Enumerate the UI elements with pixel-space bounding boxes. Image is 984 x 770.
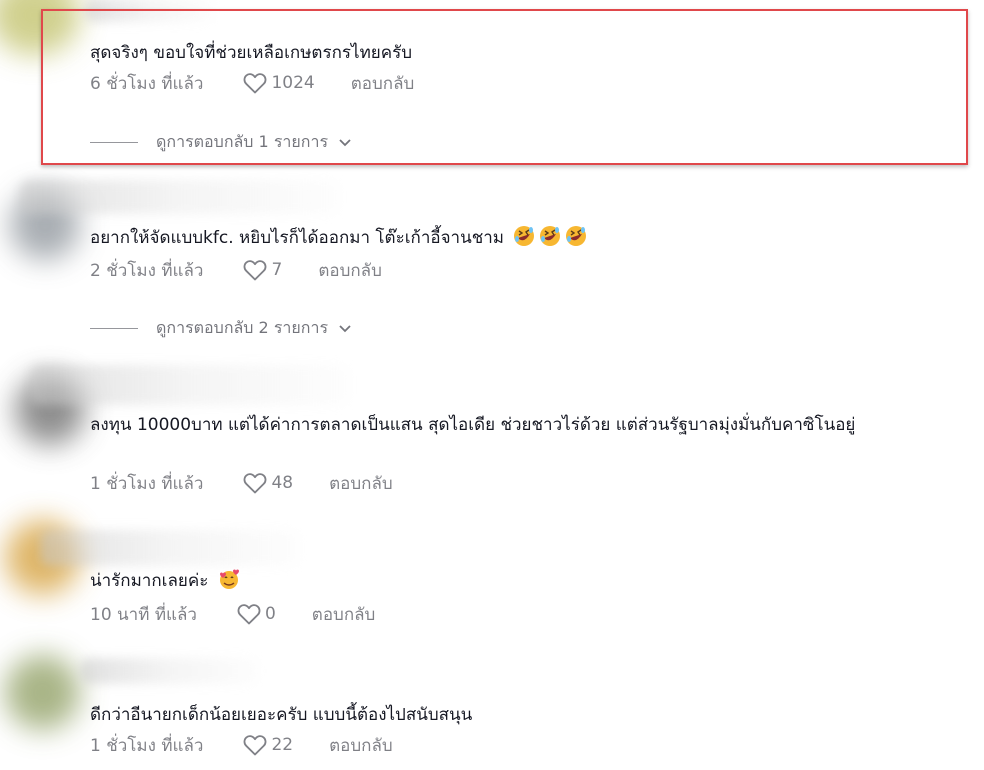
avatar[interactable]	[0, 0, 80, 55]
like-count: 7	[271, 260, 283, 280]
like-button[interactable]: 7	[243, 259, 282, 281]
divider-line	[90, 142, 138, 143]
comment-text: ดีกว่าอีนายกเด็กน้อยเยอะครับ แบบนี้ต้องไ…	[90, 705, 473, 725]
smiling-hearts-emoji-icon	[219, 569, 239, 589]
comment-text-content: น่ารักมากเลยค่ะ	[90, 571, 209, 591]
comment-item: น่ารักมากเลยค่ะ 10 นาที ที่แล้ว 0 ตอบกลั…	[0, 510, 984, 650]
comment-text: น่ารักมากเลยค่ะ	[90, 568, 240, 594]
view-replies-button[interactable]: ดูการตอบกลับ 2 รายการ	[90, 316, 352, 341]
like-button[interactable]: 1024	[243, 72, 315, 94]
username-blurred[interactable]	[40, 530, 300, 566]
view-replies-button[interactable]: ดูการตอบกลับ 1 รายการ	[90, 130, 352, 155]
like-count: 22	[271, 735, 294, 755]
comment-item: สุดจริงๆ ขอบใจที่ช่วยเหลือเกษตรกรไทยครับ…	[0, 0, 984, 170]
like-button[interactable]: 22	[243, 734, 293, 756]
view-replies-label: ดูการตอบกลับ 1 รายการ	[156, 132, 329, 151]
reply-button[interactable]: ตอบกลับ	[312, 601, 376, 628]
comment-time: 2 ชั่วโมง ที่แล้ว	[90, 260, 204, 281]
comment-meta: 1 ชั่วโมง ที่แล้ว 48 ตอบกลับ	[90, 471, 393, 495]
reply-button[interactable]: ตอบกลับ	[351, 70, 415, 97]
username-blurred[interactable]	[80, 658, 260, 684]
username-blurred[interactable]	[20, 180, 340, 214]
divider-line	[90, 328, 138, 329]
heart-outline-icon	[244, 73, 267, 94]
reply-button[interactable]: ตอบกลับ	[329, 470, 393, 497]
like-count: 48	[271, 473, 294, 493]
rolling-laughing-emoji-icon	[540, 226, 561, 246]
like-count: 0	[264, 604, 276, 624]
comment-item: อยากให้จัดแบบkfc. หยิบไรก็ได้ออกมา โต๊ะเ…	[0, 170, 984, 360]
username-blurred[interactable]	[30, 365, 350, 405]
heart-outline-icon	[244, 473, 267, 494]
comment-item: ลงทุน 10000บาท แต่ได้ค่าการตลาดเป็นแสน ส…	[0, 360, 984, 510]
comment-meta: 10 นาที ที่แล้ว 0 ตอบกลับ	[90, 602, 375, 626]
comment-time: 1 ชั่วโมง ที่แล้ว	[90, 735, 204, 756]
reply-button[interactable]: ตอบกลับ	[318, 257, 382, 284]
comment-meta: 6 ชั่วโมง ที่แล้ว 1024 ตอบกลับ	[90, 71, 414, 95]
chevron-down-icon	[339, 138, 351, 146]
comment-meta: 1 ชั่วโมง ที่แล้ว 22 ตอบกลับ	[90, 733, 393, 757]
comment-time: 6 ชั่วโมง ที่แล้ว	[90, 73, 204, 94]
comment-text: อยากให้จัดแบบkfc. หยิบไรก็ได้ออกมา โต๊ะเ…	[90, 225, 587, 251]
comment-text: ลงทุน 10000บาท แต่ได้ค่าการตลาดเป็นแสน ส…	[90, 415, 856, 435]
heart-outline-icon	[244, 260, 267, 281]
chevron-down-icon	[339, 324, 351, 332]
view-replies-label: ดูการตอบกลับ 2 รายการ	[156, 318, 329, 337]
comment-text-content: อยากให้จัดแบบkfc. หยิบไรก็ได้ออกมา โต๊ะเ…	[90, 228, 505, 248]
like-count: 1024	[271, 73, 315, 93]
heart-outline-icon	[244, 735, 267, 756]
username-blurred[interactable]	[85, 0, 215, 22]
heart-outline-icon	[237, 604, 261, 625]
like-button[interactable]: 0	[237, 603, 276, 625]
avatar[interactable]	[5, 655, 80, 730]
rolling-laughing-emoji-icon	[514, 226, 535, 246]
like-button[interactable]: 48	[243, 472, 293, 494]
comment-meta: 2 ชั่วโมง ที่แล้ว 7 ตอบกลับ	[90, 258, 382, 282]
comment-item: ดีกว่าอีนายกเด็กน้อยเยอะครับ แบบนี้ต้องไ…	[0, 650, 984, 770]
rolling-laughing-emoji-icon	[566, 226, 587, 246]
comment-time: 1 ชั่วโมง ที่แล้ว	[90, 473, 204, 494]
reply-button[interactable]: ตอบกลับ	[329, 732, 393, 759]
comment-time: 10 นาที ที่แล้ว	[90, 604, 197, 625]
comment-text: สุดจริงๆ ขอบใจที่ช่วยเหลือเกษตรกรไทยครับ	[90, 43, 413, 63]
